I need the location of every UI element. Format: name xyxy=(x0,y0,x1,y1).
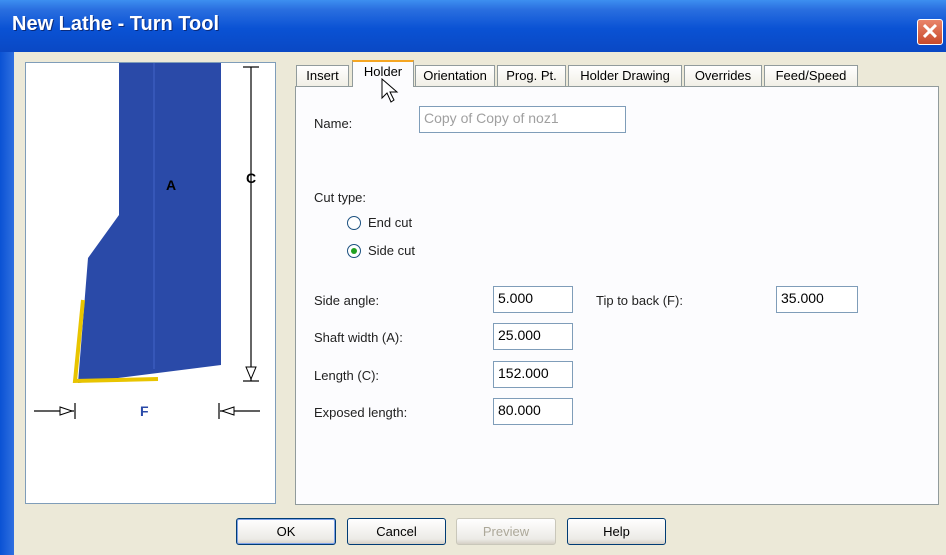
dimension-label-c: C xyxy=(246,170,256,186)
side-cut-label[interactable]: Side cut xyxy=(368,243,415,258)
holder-diagram: A C F xyxy=(34,63,260,419)
close-icon: ✕ xyxy=(920,19,940,44)
dimension-label-a: A xyxy=(166,177,176,193)
tab-feed-speed[interactable]: Feed/Speed xyxy=(764,65,858,86)
side-angle-field[interactable]: 5.000 xyxy=(493,286,573,313)
cancel-button[interactable]: Cancel xyxy=(347,518,446,545)
holder-drawing-preview: A C F xyxy=(25,62,276,504)
title-bar[interactable]: New Lathe - Turn Tool ✕ xyxy=(0,0,946,52)
tab-overrides[interactable]: Overrides xyxy=(684,65,762,86)
tab-insert[interactable]: Insert xyxy=(296,65,349,86)
tab-orientation[interactable]: Orientation xyxy=(415,65,495,86)
tip-to-back-label: Tip to back (F): xyxy=(596,293,683,308)
shaft-width-field[interactable]: 25.000 xyxy=(493,323,573,350)
side-angle-label: Side angle: xyxy=(314,293,380,308)
help-button[interactable]: Help xyxy=(567,518,666,545)
name-field[interactable]: Copy of Copy of noz1 xyxy=(419,106,626,133)
close-button[interactable]: ✕ xyxy=(917,19,943,45)
tip-to-back-field[interactable]: 35.000 xyxy=(776,286,858,313)
holder-shape xyxy=(78,63,221,383)
dialog-window: New Lathe - Turn Tool ✕ A C F Insert Hol… xyxy=(0,0,946,555)
tab-holder-drawing[interactable]: Holder Drawing xyxy=(568,65,682,86)
side-cut-radio[interactable] xyxy=(347,244,361,258)
tab-prog-pt[interactable]: Prog. Pt. xyxy=(497,65,566,86)
arrow-f-left-icon xyxy=(220,406,235,416)
length-field[interactable]: 152.000 xyxy=(493,361,573,388)
mouse-pointer-icon xyxy=(381,78,399,103)
end-cut-label[interactable]: End cut xyxy=(368,215,412,230)
dimension-label-f: F xyxy=(140,403,149,419)
arrow-f-right-icon xyxy=(59,406,74,416)
ok-button[interactable]: OK xyxy=(236,518,336,545)
window-title: New Lathe - Turn Tool xyxy=(12,13,220,35)
cut-type-label: Cut type: xyxy=(314,190,367,205)
end-cut-radio[interactable] xyxy=(347,216,361,230)
shaft-width-label: Shaft width (A): xyxy=(314,330,403,345)
exposed-length-label: Exposed length: xyxy=(314,405,408,420)
preview-button[interactable]: Preview xyxy=(456,518,556,545)
length-label: Length (C): xyxy=(314,368,380,383)
window-frame-left xyxy=(0,52,14,555)
name-label: Name: xyxy=(314,116,353,131)
arrow-c-down-icon xyxy=(245,366,257,381)
exposed-length-field[interactable]: 80.000 xyxy=(493,398,573,425)
